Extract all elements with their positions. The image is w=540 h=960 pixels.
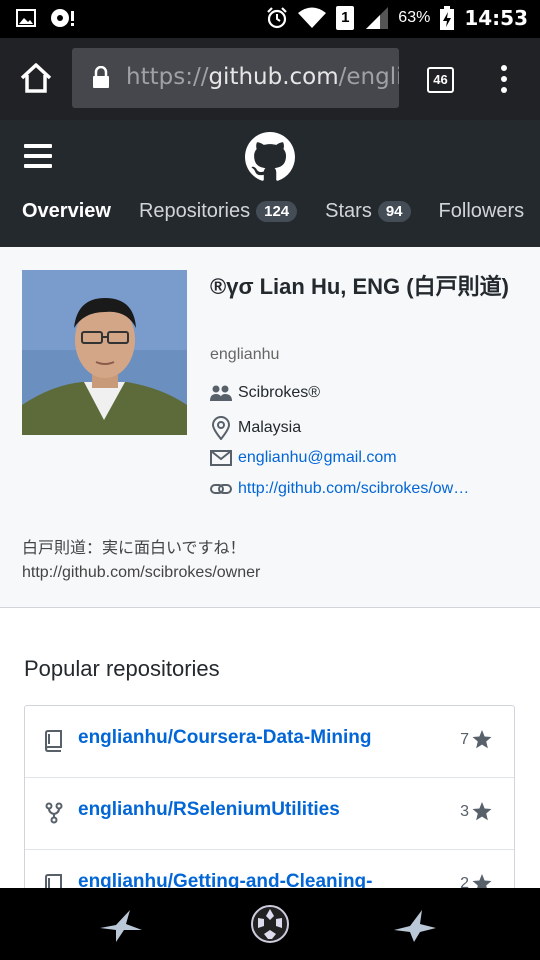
url-text: https://github.com/engli bbox=[126, 64, 399, 90]
lock-icon bbox=[93, 66, 109, 88]
browser-toolbar: https://github.com/engli 46 bbox=[0, 38, 540, 120]
profile-card: ®γσ Lian Hu, ENG (白戸則道) englianhu Scibro… bbox=[0, 247, 540, 608]
status-bar: 1 63% 14:53 bbox=[0, 0, 540, 38]
gallery-notification-icon bbox=[16, 9, 36, 27]
nav-recent-star-icon[interactable] bbox=[392, 908, 438, 942]
home-icon[interactable] bbox=[18, 60, 54, 96]
url-bar[interactable]: https://github.com/engli bbox=[72, 48, 399, 108]
overflow-menu-icon[interactable] bbox=[500, 65, 508, 93]
battery-percent: 63% bbox=[398, 9, 431, 26]
star-icon bbox=[472, 730, 492, 749]
email-link[interactable]: englianhu@gmail.com bbox=[238, 449, 397, 467]
tab-repositories[interactable]: Repositories 124 bbox=[139, 200, 298, 223]
repo-item[interactable]: englianhu/Getting-and-Cleaning- 2 bbox=[25, 850, 514, 888]
profile-tabs: Overview Repositories 124 Stars 94 Followe… bbox=[22, 200, 540, 223]
repositories-count-badge: 124 bbox=[256, 201, 298, 222]
fork-icon bbox=[45, 802, 63, 824]
section-title: Popular repositories bbox=[24, 656, 220, 681]
location-pin-icon bbox=[211, 416, 231, 440]
mail-icon bbox=[210, 450, 232, 466]
profile-organization: Scibrokes® bbox=[210, 384, 320, 402]
bottom-navigation-bar bbox=[0, 888, 540, 960]
repo-list: englianhu/Coursera-Data-Mining 7 englian… bbox=[24, 705, 515, 888]
tab-switcher-button[interactable]: 46 bbox=[427, 67, 454, 93]
repo-icon bbox=[45, 874, 62, 888]
profile-location: Malaysia bbox=[210, 416, 301, 440]
nav-home-ball-icon[interactable] bbox=[250, 904, 290, 944]
link-icon bbox=[210, 484, 232, 494]
battery-charging-icon bbox=[440, 6, 455, 30]
profile-username: englianhu bbox=[210, 346, 280, 363]
profile-bio: 白戸則道：実に面白いですね！ http://github.com/scibrok… bbox=[22, 540, 261, 581]
stars-count-badge: 94 bbox=[377, 201, 411, 222]
repo-name-link[interactable]: englianhu/Coursera-Data-Mining bbox=[78, 727, 371, 749]
popular-repositories-section: Popular repositories englianhu/Coursera-… bbox=[0, 608, 540, 888]
tab-stars[interactable]: Stars 94 bbox=[325, 200, 411, 223]
signal-icon bbox=[366, 7, 389, 29]
nav-back-star-icon[interactable] bbox=[98, 908, 144, 942]
repo-item[interactable]: englianhu/RSeleniumUtilities 3 bbox=[25, 778, 514, 850]
tab-followers[interactable]: Followers bbox=[439, 200, 525, 223]
profile-email: englianhu@gmail.com bbox=[210, 449, 397, 467]
profile-full-name: ®γσ Lian Hu, ENG (白戸則道) bbox=[210, 274, 509, 299]
repo-star-count: 7 bbox=[460, 730, 492, 749]
repo-star-count: 3 bbox=[460, 802, 492, 821]
website-link[interactable]: http://github.com/scibrokes/ow… bbox=[238, 480, 469, 498]
clock: 14:53 bbox=[464, 6, 528, 30]
media-notification-icon bbox=[51, 9, 74, 27]
profile-website: http://github.com/scibrokes/ow… bbox=[210, 480, 469, 498]
avatar[interactable] bbox=[22, 270, 187, 435]
repo-star-count: 2 bbox=[460, 874, 492, 888]
repo-item[interactable]: englianhu/Coursera-Data-Mining 7 bbox=[25, 706, 514, 778]
wifi-icon bbox=[298, 7, 327, 28]
star-icon bbox=[472, 802, 492, 821]
github-header: Overview Repositories 124 Stars 94 Followe… bbox=[0, 120, 540, 247]
hamburger-menu-icon[interactable] bbox=[24, 144, 52, 168]
star-icon bbox=[472, 874, 492, 888]
github-logo-icon[interactable] bbox=[245, 132, 295, 182]
repo-name-link[interactable]: englianhu/Getting-and-Cleaning- bbox=[78, 871, 372, 888]
alarm-icon bbox=[267, 7, 288, 29]
people-icon bbox=[210, 385, 232, 401]
tab-overview[interactable]: Overview bbox=[22, 200, 111, 223]
sim-icon: 1 bbox=[336, 6, 355, 30]
repo-icon bbox=[45, 730, 62, 752]
repo-name-link[interactable]: englianhu/RSeleniumUtilities bbox=[78, 799, 340, 821]
